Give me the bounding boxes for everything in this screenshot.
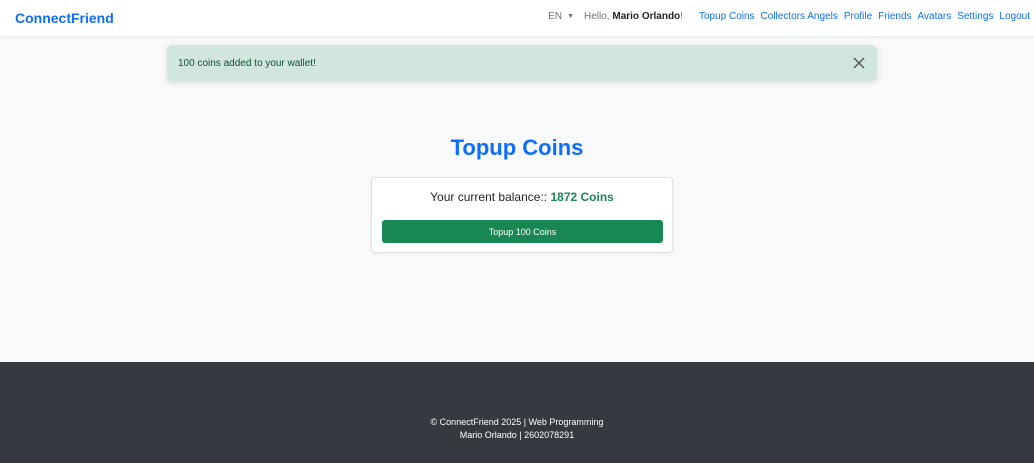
- footer-copyright: © ConnectFriend 2025 | Web Programming: [430, 417, 604, 427]
- brand-link[interactable]: ConnectFriend: [15, 10, 114, 26]
- user-name: Mario Orlando: [612, 11, 681, 22]
- caret-down-icon: ▼: [567, 13, 575, 20]
- balance-text: Your current balance:: 1872 Coins: [372, 190, 672, 204]
- nav-link-friends[interactable]: Friends: [878, 11, 911, 22]
- nav-link-avatars[interactable]: Avatars: [918, 11, 952, 22]
- footer: © ConnectFriend 2025 | Web Programming M…: [0, 362, 1034, 463]
- nav-link-settings[interactable]: Settings: [957, 11, 993, 22]
- balance-amount: 1872 Coins: [550, 190, 614, 204]
- language-label: EN: [548, 11, 563, 22]
- nav-link-collectors-angels[interactable]: Collectors Angels: [761, 11, 838, 22]
- nav-link-topup-coins[interactable]: Topup Coins: [699, 11, 755, 22]
- success-alert: 100 coins added to your wallet!: [167, 45, 877, 81]
- alert-message: 100 coins added to your wallet!: [178, 58, 316, 69]
- page-title: Topup Coins: [450, 135, 584, 160]
- language-dropdown[interactable]: EN ▼: [548, 11, 574, 22]
- close-icon[interactable]: [851, 55, 867, 71]
- navbar: ConnectFriend EN ▼ Hello, Mario Orlando!…: [0, 0, 1034, 36]
- nav-link-profile[interactable]: Profile: [844, 11, 872, 22]
- nav-right: EN ▼ Hello, Mario Orlando! Topup Coins C…: [548, 11, 1030, 22]
- topup-button[interactable]: Topup 100 Coins: [382, 220, 663, 243]
- balance-card: Your current balance:: 1872 Coins Topup …: [371, 177, 673, 253]
- greeting-suffix: !: [680, 11, 683, 22]
- footer-author: Mario Orlando | 2602078291: [459, 430, 575, 440]
- user-greeting: Hello, Mario Orlando!: [584, 11, 683, 22]
- nav-link-logout[interactable]: Logout: [999, 11, 1030, 22]
- greeting-prefix: Hello,: [584, 11, 613, 22]
- balance-label: Your current balance::: [430, 190, 551, 204]
